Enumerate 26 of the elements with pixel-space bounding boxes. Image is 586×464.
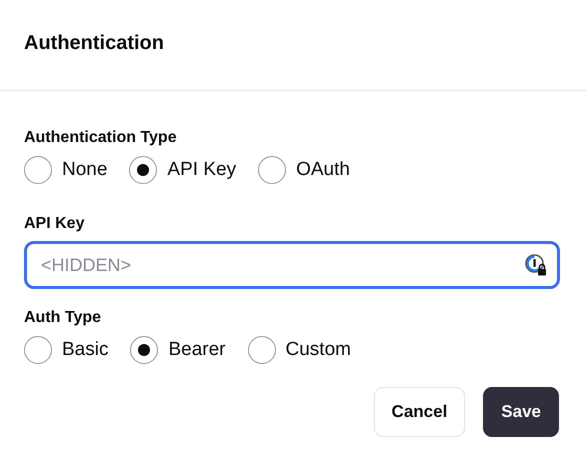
api-key-field[interactable]: <HIDDEN> [24,241,560,289]
radio-option[interactable]: API Key [129,156,236,184]
option-label: Custom [286,339,351,361]
dialog-title: Authentication [24,32,164,56]
option-label: None [62,159,108,181]
radio-option[interactable]: Basic [24,336,108,364]
option-label: API Key [167,159,236,181]
option-label: OAuth [296,159,350,181]
radio-button[interactable] [24,336,52,364]
radio-button[interactable] [129,156,158,184]
password-lock-icon[interactable] [524,253,548,277]
field-label: Auth Type [24,309,102,327]
field-label: API Key [24,215,86,233]
radio-button[interactable] [248,336,276,364]
radio-button[interactable] [130,336,158,364]
radio-option[interactable]: Bearer [130,336,226,364]
field-label: Authentication Type [24,129,178,147]
radio-option[interactable]: OAuth [258,156,350,184]
cancel-button[interactable]: Cancel [374,387,466,437]
radio-button[interactable] [258,156,286,184]
radio-button[interactable] [24,156,52,184]
option-label: Basic [62,339,108,361]
radio-option[interactable]: Custom [248,336,351,364]
save-button[interactable]: Save [483,387,559,437]
option-label: Bearer [168,339,226,361]
radio-option[interactable]: None [24,156,108,184]
